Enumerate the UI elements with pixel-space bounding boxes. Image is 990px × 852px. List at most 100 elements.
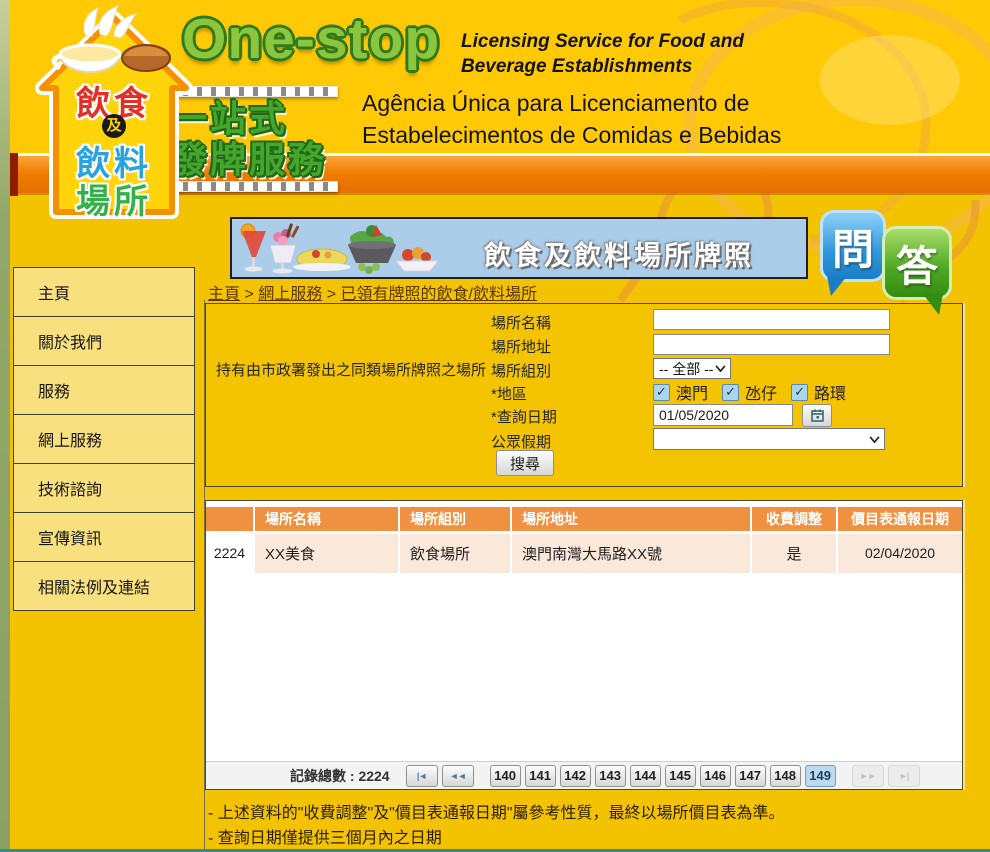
service-name-cn-line2: 發牌服務 [171,139,338,180]
col-header-address: 場所地址 [511,507,751,532]
logo-text-and: 及 [102,114,126,138]
sidebar-item-label: 服務 [38,378,70,402]
page-left-border [0,0,10,852]
page-button-140[interactable]: 140 [490,765,521,787]
establishment-name-input[interactable] [653,309,890,330]
table-row: 2224 XX美食 飲食場所 澳門南灣大馬路XX號 是 02/04/2020 [206,532,962,573]
group-field-label: 場所組別 [491,360,551,381]
checkbox-coloane-label: 路環 [814,380,846,404]
calendar-picker-button[interactable] [802,404,832,427]
sidebar-item-label: 網上服務 [38,427,102,451]
sidebar-item-label: 主頁 [38,280,70,304]
page-button-144[interactable]: 144 [630,765,661,787]
page-button-143[interactable]: 143 [595,765,626,787]
checkbox-taipa-label: 氹仔 [745,380,777,404]
footer-note-2: - 查詢日期僅提供三個月內之日期 [208,826,785,851]
check-icon: ✓ [725,384,736,400]
group-select[interactable]: -- 全部 -- [653,358,731,379]
page-button-141[interactable]: 141 [525,765,556,787]
checkbox-macau-label: 澳門 [676,380,708,404]
sidebar-item-services[interactable]: 服務 [13,365,195,415]
sidebar-item-technical-enquiry[interactable]: 技術諮詢 [13,463,195,513]
sidebar-item-related-laws-links[interactable]: 相關法例及連結 [13,561,195,611]
page-button-145[interactable]: 145 [665,765,696,787]
question-glyph: 問 [832,216,874,277]
check-icon: ✓ [656,384,667,400]
col-header-fee-adjustment: 收費調整 [751,507,837,532]
establishment-address-input[interactable] [653,334,890,355]
brand-one-stop: One-stop [182,6,440,72]
question-bubble-icon[interactable]: 問 [820,210,886,282]
first-page-button[interactable]: |◄ [406,765,438,787]
noodle-plate [293,249,351,271]
breadcrumb-home[interactable]: 主頁 [208,286,240,303]
results-table: 場所名稱 場所組別 場所地址 收費調整 價目表通報日期 2224 XX美食 飲食… [206,507,962,573]
banner-title: 飲食及飲料場所牌照 [484,234,754,273]
sidebar-item-label: 相關法例及連結 [38,574,150,598]
query-date-input[interactable] [653,404,793,426]
table-header-row: 場所名稱 場所組別 場所地址 收費調整 價目表通報日期 [206,507,962,532]
group-select-value: -- 全部 -- [659,359,713,379]
search-button[interactable]: 搜尋 [496,450,554,476]
answer-glyph: 答 [896,233,938,294]
sidebar-item-home[interactable]: 主頁 [13,267,195,317]
page-button-147[interactable]: 147 [735,765,766,787]
col-header-price-list-date: 價目表通報日期 [837,507,962,532]
name-field-label: 場所名稱 [491,312,551,333]
breadcrumb-current[interactable]: 已領有牌照的飲食/飲料場所 [341,286,537,303]
cell-id: 2224 [206,532,254,573]
date-field-label: *查詢日期 [491,406,557,427]
sidebar-item-online-services[interactable]: 網上服務 [13,414,195,464]
food-illustration [236,221,446,277]
breadcrumb-separator: > [327,286,336,303]
sidebar-item-promotion-info[interactable]: 宣傳資訊 [13,512,195,562]
breadcrumb-online-services[interactable]: 網上服務 [258,286,322,303]
results-panel: 場所名稱 場所組別 場所地址 收費調整 價目表通報日期 2224 XX美食 飲食… [205,500,963,790]
checkbox-coloane[interactable]: ✓ [791,384,808,401]
stripe-left-cap [10,153,18,196]
holiday-field-label: 公眾假期 [491,431,551,452]
breadcrumb-separator: > [244,286,253,303]
license-banner: 飲食及飲料場所牌照 [230,217,808,279]
public-holiday-select[interactable] [653,428,885,450]
site-logo[interactable]: 飲食 及 飲料 場所 [34,2,194,220]
address-field-label: 場所地址 [491,336,551,357]
service-name-cn-line1: 一站式 [171,98,338,139]
title-english-line2: Beverage Establishments [461,54,744,79]
page-button-146[interactable]: 146 [700,765,731,787]
page-button-149-current[interactable]: 149 [805,765,836,787]
checkbox-macau[interactable]: ✓ [653,384,670,401]
logo-text-establishments: 場所 [34,174,194,223]
footer-note-1: - 上述資料的"收費調整"及"價目表通報日期"屬參考性質，最終以場所價目表為準。 [208,801,785,826]
check-icon: ✓ [794,384,805,400]
district-checkbox-group: ✓ 澳門 ✓ 氹仔 ✓ 路環 [653,380,860,404]
bread-icon [122,45,170,71]
cell-price-list-date: 02/04/2020 [837,532,962,573]
title-portuguese-line2: Estabelecimentos de Comidas e Bebidas [362,119,781,151]
sidebar-item-label: 宣傳資訊 [38,525,102,549]
page-button-148[interactable]: 148 [770,765,801,787]
cell-group: 飲食場所 [399,532,511,573]
sidebar-item-about-us[interactable]: 關於我們 [13,316,195,366]
search-panel: 持有由市政署發出之同類場所牌照之場所 場所名稱 場所地址 場所組別 *地區 *查… [205,303,963,487]
sidebar-item-label: 關於我們 [38,329,102,353]
page: 飲食 及 飲料 場所 One-stop 一站式 發牌服務 Licensing S… [0,0,990,852]
previous-page-button[interactable]: ◄◄ [442,765,474,787]
fruit-plate [396,247,438,271]
last-page-button: ►| [888,765,920,787]
answer-bubble-icon[interactable]: 答 [882,226,952,300]
footer-notes: - 上述資料的"收費調整"及"價目表通報日期"屬參考性質，最終以場所價目表為準。… [208,801,785,851]
title-portuguese-line1: Agência Única para Licenciamento de [362,87,781,119]
search-description: 持有由市政署發出之同類場所牌照之場所 [216,360,490,381]
col-header-group: 場所組別 [399,507,511,532]
page-button-142[interactable]: 142 [560,765,591,787]
calendar-icon [811,409,824,422]
sidebar-menu: 主頁 關於我們 服務 網上服務 技術諮詢 宣傳資訊 相關法例及連結 [13,268,195,611]
title-english: Licensing Service for Food and Beverage … [461,29,744,79]
col-header-id [206,507,254,532]
title-portuguese: Agência Única para Licenciamento de Esta… [362,87,781,151]
chevron-down-icon [869,436,880,443]
next-page-button: ►► [852,765,884,787]
checkbox-taipa[interactable]: ✓ [722,384,739,401]
col-header-name: 場所名稱 [254,507,399,532]
